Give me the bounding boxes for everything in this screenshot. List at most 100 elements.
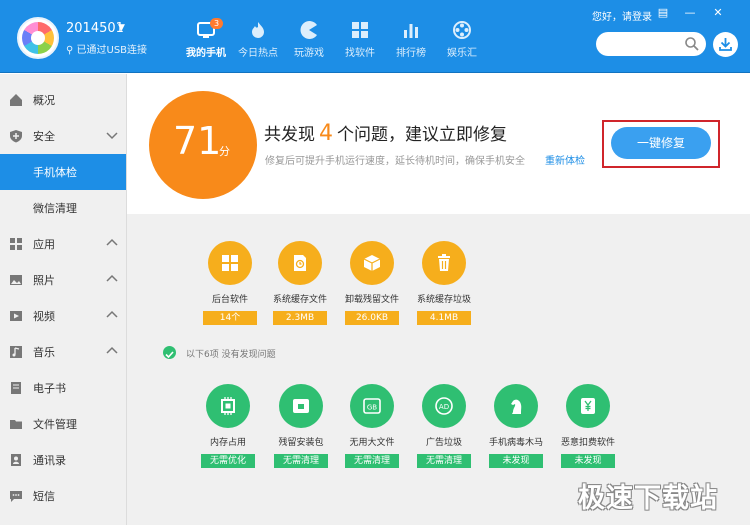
tab-games[interactable]: 玩游戏 [281,20,337,59]
minimize-icon[interactable]: — [683,6,697,20]
sidebar-item-phone-checkup[interactable]: 手机体检 [0,154,126,190]
item-label: 内存占用 [209,438,246,448]
chevron-up-icon[interactable] [106,345,118,357]
tab-label: 找软件 [345,48,375,59]
one-click-fix-button[interactable]: 一键修复 [611,127,711,159]
device-dropdown-icon[interactable]: ▼ [118,23,125,33]
item-label: 系统缓存垃圾 [416,295,471,305]
tab-entertainment[interactable]: 娱乐汇 [434,20,490,59]
device-name[interactable]: 2014501 [66,21,124,36]
headline: 共发现 4 个问题，建议立即修复 [264,120,507,146]
tab-rankings[interactable]: 排行榜 [383,20,439,59]
checkup-summary: 71 分 共发现 4 个问题，建议立即修复 修复后可提升手机运行速度，延长待机时间，… [127,74,750,214]
play-icon [10,311,22,321]
settings-icon[interactable]: ▤ [656,6,670,20]
sidebar-item-overview[interactable]: 概况 [0,82,126,118]
chevron-up-icon[interactable] [106,273,118,285]
item-value: 26.0KB [345,311,399,325]
flame-icon [252,22,264,38]
chevron-up-icon[interactable] [106,237,118,249]
ok-item-malicious-billing[interactable]: 恶意扣费软件 未发现 [548,384,628,468]
ok-item-leftover-packages[interactable]: 残留安装包 无需清理 [261,384,341,468]
item-value: 2.3MB [273,311,327,325]
device-status-text: 已通过USB连接 [76,45,148,56]
item-value: 无需清理 [274,454,328,468]
grid-icon [208,241,252,285]
home-icon [10,94,22,106]
download-button[interactable] [713,32,738,57]
top-bar: 2014501 ▼ ⚲ 已通过USB连接 3 我的手机 今日热点 玩游戏 找软件… [0,0,750,73]
item-value: 未发现 [489,454,543,468]
item-value: 无需优化 [201,454,255,468]
chevron-down-icon[interactable] [106,129,118,141]
sidebar-item-music[interactable]: 音乐 [0,334,126,370]
sidebar-item-sms[interactable]: 短信 [0,478,126,514]
headline-suffix: 个问题，建议立即修复 [337,125,507,145]
sidebar-item-file-manager[interactable]: 文件管理 [0,406,126,442]
item-value: 4.1MB [417,311,471,325]
sidebar-item-photos[interactable]: 照片 [0,262,126,298]
summary-subtext: 修复后可提升手机运行速度，延长待机时间，确保手机安全 [265,156,525,167]
tab-label: 玩游戏 [294,48,324,59]
sidebar-item-label: 电子书 [33,382,66,395]
svg-text:GB: GB [367,404,377,412]
tab-label: 今日热点 [238,48,278,59]
tab-label: 排行榜 [396,48,426,59]
folder-icon [10,420,22,429]
sidebar: 概况 安全 手机体检 微信清理 应用 照片 视频 音乐 电子书 文件管理 通讯录… [0,74,127,525]
app-logo-icon [17,17,59,59]
sidebar-item-apps[interactable]: 应用 [0,226,126,262]
ad-icon: AD [422,384,466,428]
tab-hot-news[interactable]: 今日热点 [230,20,286,59]
tab-my-phone[interactable]: 3 我的手机 [178,18,234,59]
item-value: 无需清理 [417,454,471,468]
item-label: 恶意扣费软件 [560,438,615,448]
sidebar-item-label: 概况 [33,94,55,107]
ok-item-large-files[interactable]: GB 无用大文件 无需清理 [332,384,412,468]
fix-button-highlight: 一键修复 [602,120,720,168]
music-icon [10,346,22,358]
problem-item-uninstall-residue[interactable]: 卸载残留文件 26.0KB [332,241,412,325]
sidebar-item-ebooks[interactable]: 电子书 [0,370,126,406]
sidebar-item-contacts[interactable]: 通讯录 [0,442,126,478]
close-icon[interactable]: ✕ [711,6,725,20]
item-label: 无用大文件 [349,438,395,448]
item-label: 残留安装包 [278,438,324,448]
device-status: ⚲ 已通过USB连接 [66,45,148,56]
score-unit: 分 [219,145,230,158]
sidebar-item-label: 通讯录 [33,454,66,467]
sidebar-item-videos[interactable]: 视频 [0,298,126,334]
search-icon[interactable] [684,36,700,52]
sidebar-item-wechat-clean[interactable]: 微信清理 [0,190,126,226]
ok-item-memory[interactable]: 内存占用 无需优化 [188,384,268,468]
item-label: 广告垃圾 [425,438,462,448]
ok-item-virus-trojan[interactable]: 手机病毒木马 未发现 [476,384,556,468]
no-issue-text: 以下6项 没有发现问题 [186,350,276,360]
film-reel-icon [453,21,471,39]
item-label: 后台软件 [211,295,248,305]
sidebar-item-label: 文件管理 [33,418,77,431]
chevron-up-icon[interactable] [106,309,118,321]
item-value: 未发现 [561,454,615,468]
item-label: 卸载残留文件 [344,295,399,305]
pacman-icon [300,21,317,39]
problem-item-system-garbage[interactable]: 系统缓存垃圾 4.1MB [404,241,484,325]
item-value: 14个 [203,311,257,325]
problem-item-system-cache[interactable]: 系统缓存文件 2.3MB [260,241,340,325]
shield-icon [10,130,22,143]
ok-item-ad-garbage[interactable]: AD 广告垃圾 无需清理 [404,384,484,468]
package-icon [279,384,323,428]
notification-badge: 3 [210,18,224,29]
login-link[interactable]: 您好，请登录 [592,8,652,23]
apps-icon [352,22,368,38]
checkmark-icon [163,346,176,359]
clock-file-icon [278,241,322,285]
tab-find-software[interactable]: 找软件 [332,20,388,59]
problem-item-background-apps[interactable]: 后台软件 14个 [190,241,270,325]
recheck-link[interactable]: 重新体检 [545,152,585,167]
yen-icon [566,384,610,428]
tab-label: 娱乐汇 [447,48,477,59]
sidebar-item-security[interactable]: 安全 [0,118,126,154]
svg-text:AD: AD [439,403,449,411]
horse-icon [494,384,538,428]
